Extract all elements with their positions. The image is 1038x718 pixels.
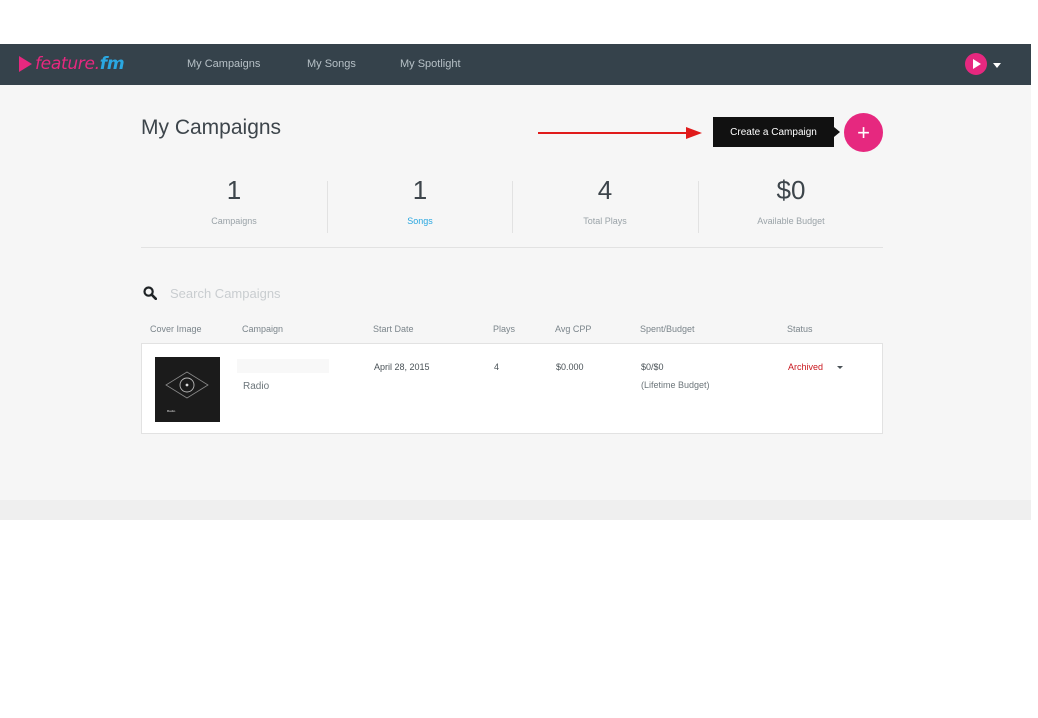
status-badge[interactable]: Archived <box>788 362 823 372</box>
stat-total-plays: 4 Total Plays <box>512 175 698 226</box>
brand-logo[interactable]: feature.fm <box>19 52 125 76</box>
campaign-name[interactable]: Radio <box>243 381 269 392</box>
logo-text-prefix: feature. <box>35 54 100 74</box>
spent-budget: $0/$0 <box>641 362 664 372</box>
column-header-plays: Plays <box>493 324 516 334</box>
stat-label: Campaigns <box>211 216 257 226</box>
stat-campaigns: 1 Campaigns <box>141 175 327 226</box>
section-divider <box>141 247 883 248</box>
create-campaign-tooltip: Create a Campaign <box>713 117 834 147</box>
annotation-arrow-line <box>538 132 688 134</box>
stat-label: Total Plays <box>583 216 627 226</box>
search-icon[interactable] <box>143 286 157 300</box>
main-content: My Campaigns Create a Campaign + 1 Campa… <box>0 85 1031 520</box>
column-header-status: Status <box>787 324 813 334</box>
tooltip-pointer <box>834 127 840 137</box>
column-header-avg-cpp: Avg CPP <box>555 324 592 334</box>
nav-my-songs[interactable]: My Songs <box>307 58 356 70</box>
page-title: My Campaigns <box>141 116 282 139</box>
budget-note: (Lifetime Budget) <box>641 380 710 390</box>
column-header-campaign: Campaign <box>242 324 284 334</box>
cover-image[interactable]: Radio <box>155 357 220 422</box>
stat-songs: 1 Songs <box>327 175 513 226</box>
stat-value: 1 <box>412 175 428 205</box>
column-header-spent-budget: Spent/Budget <box>640 324 695 334</box>
logo-text: feature.fm <box>35 54 125 74</box>
create-campaign-button[interactable]: + <box>844 113 883 152</box>
stat-label: Available Budget <box>757 216 825 226</box>
stat-value: $0 <box>776 175 806 205</box>
plays: 4 <box>494 362 500 372</box>
cover-caption: Radio <box>167 409 176 413</box>
campaign-name-placeholder <box>237 359 329 373</box>
footer-strip <box>0 500 1031 520</box>
table-row[interactable]: Radio Radio April 28, 2015 4 $0.000 $0/$… <box>141 343 883 434</box>
search-input[interactable] <box>170 283 470 303</box>
stat-label-songs-link[interactable]: Songs <box>327 216 513 226</box>
avatar-play-icon <box>973 59 981 69</box>
stat-value: 4 <box>597 175 613 205</box>
cover-art-eye-icon <box>165 371 209 399</box>
column-header-start-date: Start Date <box>373 324 414 334</box>
stat-available-budget: $0 Available Budget <box>698 175 884 226</box>
user-menu-chevron-down-icon[interactable] <box>993 63 1001 68</box>
logo-triangle-icon <box>19 56 32 72</box>
nav-my-spotlight[interactable]: My Spotlight <box>400 58 461 70</box>
logo-text-suffix: fm <box>99 54 125 74</box>
nav-my-campaigns[interactable]: My Campaigns <box>187 58 260 70</box>
annotation-arrow-head <box>686 127 702 139</box>
start-date: April 28, 2015 <box>374 362 430 372</box>
top-navbar: feature.fm My Campaigns My Songs My Spot… <box>0 44 1031 85</box>
status-chevron-down-icon[interactable] <box>837 366 843 369</box>
avatar[interactable] <box>965 53 987 75</box>
column-header-cover-image: Cover Image <box>150 324 202 334</box>
avg-cpp: $0.000 <box>556 362 584 372</box>
stat-value: 1 <box>226 175 242 205</box>
